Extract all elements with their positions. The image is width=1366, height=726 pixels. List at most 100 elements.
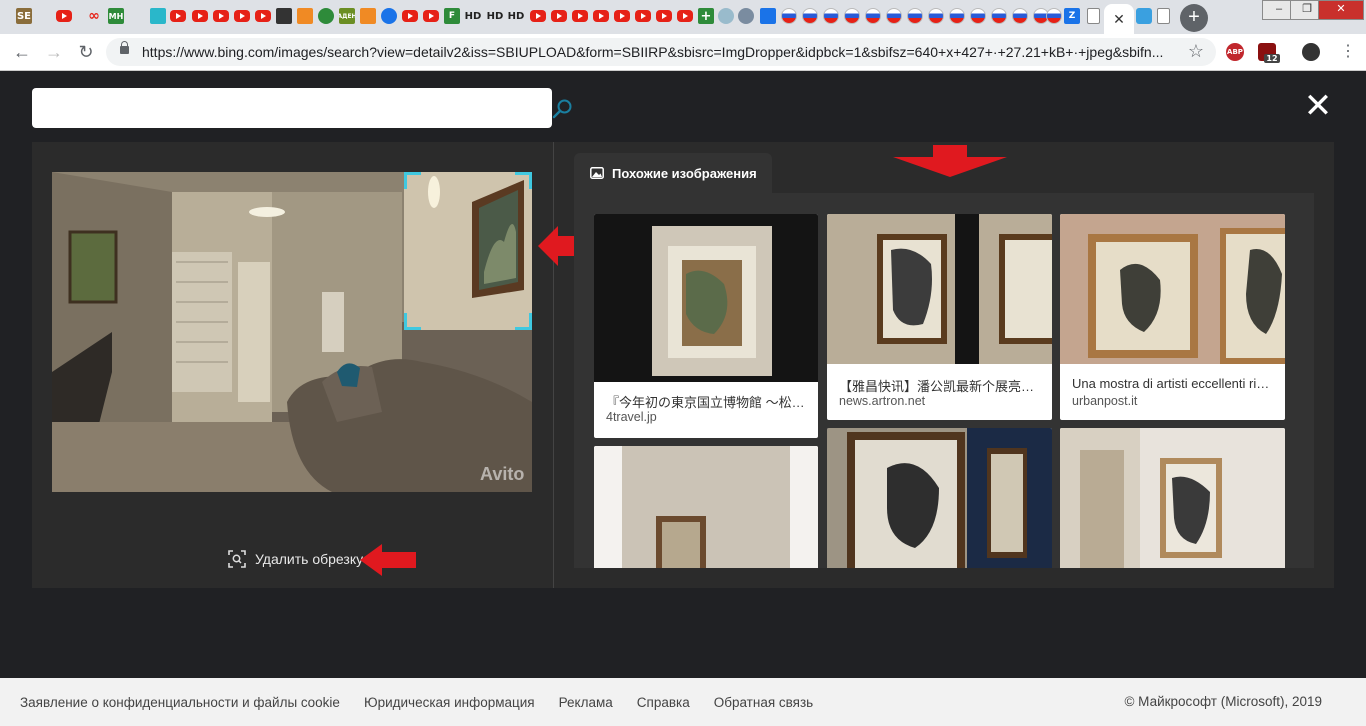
tab-f-icon[interactable]: F — [444, 8, 460, 24]
tab-flag-ru-icon[interactable] — [1012, 8, 1028, 24]
tab-hd-icon[interactable]: HD — [464, 8, 482, 24]
tab-youtube-icon[interactable] — [677, 10, 693, 22]
footer-link-advertise[interactable]: Реклама — [559, 695, 613, 710]
tab-youtube-icon[interactable] — [635, 10, 651, 22]
tab-flag-ru-icon[interactable] — [1046, 8, 1062, 24]
crop-corner-handle[interactable] — [515, 172, 532, 189]
result-card[interactable]: 『今年初の東京国立博物館 ～松… 4travel.jp — [594, 214, 818, 438]
new-tab-button[interactable]: + — [1180, 4, 1208, 32]
tab-youtube-icon[interactable] — [551, 10, 567, 22]
tab-gear-icon[interactable] — [381, 8, 397, 24]
tab-flag-icon[interactable] — [760, 8, 776, 24]
result-source: 4travel.jp — [606, 410, 657, 424]
tab-youtube-icon[interactable] — [530, 10, 546, 22]
address-bar[interactable]: https://www.bing.com/images/search?view=… — [106, 38, 1216, 66]
result-card[interactable] — [1060, 428, 1285, 568]
active-tab-close-icon[interactable]: ✕ — [1104, 4, 1134, 34]
result-caption: Una mostra di artisti eccellenti ri… — [1072, 376, 1270, 391]
tab-youtube-icon[interactable] — [56, 10, 72, 22]
footer-link-feedback[interactable]: Обратная связь — [714, 695, 813, 710]
tab-infinity-icon[interactable]: ∞ — [86, 8, 102, 24]
tab-youtube-icon[interactable] — [192, 10, 208, 22]
tab-hd-icon[interactable]: HD — [486, 8, 504, 24]
result-source: urbanpost.it — [1072, 394, 1138, 408]
spy-extension-icon[interactable] — [1302, 43, 1320, 61]
result-card[interactable]: 【雅昌快讯】潘公凯最新个展亮… news.artron.net — [827, 214, 1052, 420]
tab-youtube-icon[interactable] — [614, 10, 630, 22]
close-button[interactable]: ✕ — [1298, 88, 1338, 128]
tab-flag-ru-icon[interactable] — [970, 8, 986, 24]
tab-hd-icon[interactable]: HD — [507, 8, 525, 24]
panel-divider — [553, 142, 554, 588]
tab-flag-ru-icon[interactable] — [844, 8, 860, 24]
result-card[interactable] — [827, 428, 1052, 568]
result-caption: 『今年初の東京国立博物館 ～松… — [606, 395, 805, 410]
tab-emblem-icon[interactable] — [738, 8, 754, 24]
tab-gun-icon[interactable] — [276, 8, 292, 24]
tab-mh-icon[interactable]: MH — [108, 8, 124, 24]
crop-corner-handle[interactable] — [404, 172, 421, 189]
tab-squares-icon[interactable] — [360, 8, 376, 24]
menu-icon[interactable]: ⋮ — [1336, 40, 1360, 64]
tab-youtube-icon[interactable] — [234, 10, 250, 22]
forward-icon[interactable]: → — [42, 40, 66, 64]
annotation-arrow-down — [893, 145, 1007, 177]
tab-youtube-icon[interactable] — [423, 10, 439, 22]
tab-flag-ru-icon[interactable] — [928, 8, 944, 24]
footer-link-legal[interactable]: Юридическая информация — [364, 695, 535, 710]
tab-youtube-icon[interactable] — [656, 10, 672, 22]
footer-link-help[interactable]: Справка — [637, 695, 690, 710]
search-input[interactable] — [42, 88, 516, 130]
tab-document-icon[interactable] — [1157, 8, 1170, 24]
crop-icon — [228, 550, 246, 568]
tab-youtube-icon[interactable] — [213, 10, 229, 22]
tab-flag-ru-icon[interactable] — [907, 8, 923, 24]
result-thumbnail — [1060, 214, 1285, 364]
footer-link-privacy[interactable]: Заявление о конфиденциальности и файлы c… — [20, 695, 340, 710]
tab-youtube-icon[interactable] — [255, 10, 271, 22]
tab-flag-ru-icon[interactable] — [886, 8, 902, 24]
tab-similar-images[interactable]: Похожие изображения — [574, 153, 772, 193]
tab-flag-ru-icon[interactable] — [991, 8, 1007, 24]
copyright-text: © Майкрософт (Microsoft), 2019 — [1124, 694, 1322, 709]
tab-dots-icon[interactable] — [718, 8, 734, 24]
tab-aden-icon[interactable]: АДЕН — [339, 8, 355, 24]
crop-corner-handle[interactable] — [515, 313, 532, 330]
tab-leaf-icon[interactable] — [318, 8, 334, 24]
crop-selection[interactable] — [404, 172, 532, 330]
tab-flag-ru-icon[interactable] — [802, 8, 818, 24]
tab-z-icon[interactable]: Z — [1064, 8, 1080, 24]
result-card[interactable] — [594, 446, 818, 568]
bookmark-star-icon[interactable]: ☆ — [1188, 41, 1204, 62]
result-thumbnail — [1060, 428, 1285, 568]
result-thumbnail — [827, 428, 1052, 568]
tab-flag-ru-icon[interactable] — [865, 8, 881, 24]
crop-corner-handle[interactable] — [404, 313, 421, 330]
tab-flag-ru-icon[interactable] — [781, 8, 797, 24]
window-close-icon[interactable]: ✕ — [1318, 0, 1364, 20]
adblock-plus-icon[interactable]: ABP — [1226, 43, 1244, 61]
tab-document-icon[interactable] — [1087, 8, 1100, 24]
tab-puzzle-icon[interactable] — [150, 8, 166, 24]
tab-youtube-icon[interactable] — [402, 10, 418, 22]
tab-flag-ru-icon[interactable] — [823, 8, 839, 24]
tab-bing-icon[interactable] — [1136, 8, 1152, 24]
tab-youtube-icon[interactable] — [572, 10, 588, 22]
page-footer: Заявление о конфиденциальности и файлы c… — [0, 678, 1366, 726]
tab-flag-ru-icon[interactable] — [949, 8, 965, 24]
result-card[interactable]: Una mostra di artisti eccellenti ri… urb… — [1060, 214, 1285, 420]
extension-count-badge: 12 — [1264, 54, 1280, 63]
reload-icon[interactable]: ↻ — [74, 40, 98, 64]
tab-youtube-icon[interactable] — [593, 10, 609, 22]
search-box — [32, 88, 572, 130]
back-icon[interactable]: ← — [10, 40, 34, 64]
url-text[interactable]: https://www.bing.com/images/search?view=… — [142, 44, 1172, 60]
tab-se-icon[interactable]: SE — [16, 8, 32, 24]
tab-play-icon[interactable] — [297, 8, 313, 24]
annotation-arrow-left — [360, 544, 416, 576]
remove-crop-button[interactable]: Удалить обрезку — [228, 548, 363, 570]
remove-crop-label: Удалить обрезку — [255, 551, 364, 567]
tab-youtube-icon[interactable] — [170, 10, 186, 22]
tab-cross-icon[interactable]: + — [698, 8, 714, 24]
search-icon[interactable] — [552, 98, 574, 120]
